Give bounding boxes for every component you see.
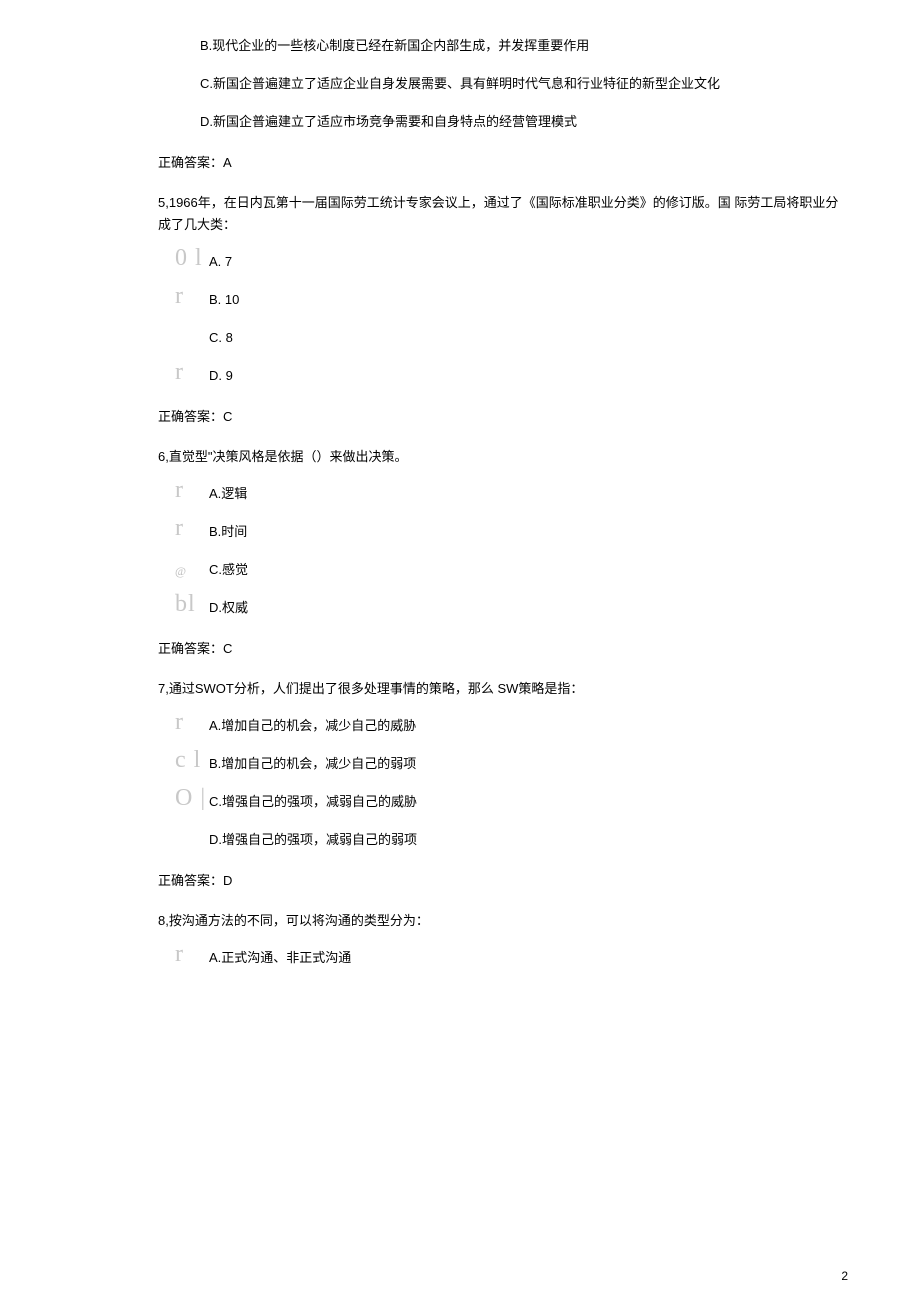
q4-option-d: D.新国企普遍建立了适应市场竞争需要和自身特点的经营管理模式 bbox=[200, 110, 920, 134]
q7-question: 7,通过SWOT分析，人们提出了很多处理事情的策略，那么 SW策略是指： bbox=[158, 678, 840, 700]
q4-option-b: B.现代企业的一些核心制度已经在新国企内部生成，并发挥重要作用 bbox=[200, 34, 920, 58]
q5-option-c: C. 8 bbox=[175, 326, 920, 350]
q5-option-a: 0 l A. 7 bbox=[175, 250, 920, 274]
q5-option-b-text: B. 10 bbox=[209, 288, 239, 312]
q7-option-b-text: B.增加自己的机会，减少自己的弱项 bbox=[209, 752, 416, 776]
q5-option-a-text: A. 7 bbox=[209, 250, 232, 274]
q7-option-d: D.增强自己的强项，减弱自己的弱项 bbox=[175, 828, 920, 852]
q6-option-a-text: A.逻辑 bbox=[209, 482, 247, 506]
q7-option-c-text: C.增强自己的强项，减弱自己的威胁 bbox=[209, 790, 417, 814]
q6-option-b-text: B.时间 bbox=[209, 520, 247, 544]
q7-marker-c: O | bbox=[175, 788, 209, 808]
q6-marker-a: r bbox=[175, 480, 209, 500]
q7-option-c: O | C.增强自己的强项，减弱自己的威胁 bbox=[175, 790, 920, 814]
q4-option-b-text: B.现代企业的一些核心制度已经在新国企内部生成，并发挥重要作用 bbox=[200, 34, 589, 58]
q4-option-d-text: D.新国企普遍建立了适应市场竞争需要和自身特点的经营管理模式 bbox=[200, 110, 577, 134]
q6-option-d-text: D.权威 bbox=[209, 596, 248, 620]
q6-marker-d: bl bbox=[175, 594, 209, 614]
q6-marker-c: @ bbox=[175, 562, 209, 580]
q7-option-a-text: A.增加自己的机会，减少自己的威胁 bbox=[209, 714, 416, 738]
q5-marker-b: r bbox=[175, 286, 209, 306]
q4-option-c-text: C.新国企普遍建立了适应企业自身发展需要、具有鲜明时代气息和行业特征的新型企业文… bbox=[200, 72, 720, 96]
q5-option-c-text: C. 8 bbox=[209, 326, 233, 350]
q5-option-d-text: D. 9 bbox=[209, 364, 233, 388]
q6-option-d: bl D.权威 bbox=[175, 596, 920, 620]
q6-marker-b: r bbox=[175, 518, 209, 538]
q8-option-a: r A.正式沟通、非正式沟通 bbox=[175, 946, 920, 970]
q7-marker-b: c l bbox=[175, 750, 209, 770]
q7-answer: 正确答案：D bbox=[158, 870, 840, 892]
q6-option-c-text: C.感觉 bbox=[209, 558, 248, 582]
q8-question: 8,按沟通方法的不同，可以将沟通的类型分为： bbox=[158, 910, 840, 932]
q6-answer: 正确答案：C bbox=[158, 638, 840, 660]
q4-answer: 正确答案：A bbox=[158, 152, 840, 174]
document-page: B.现代企业的一些核心制度已经在新国企内部生成，并发挥重要作用 C.新国企普遍建… bbox=[0, 0, 920, 1303]
q7-option-d-text: D.增强自己的强项，减弱自己的弱项 bbox=[209, 828, 417, 852]
q8-option-a-text: A.正式沟通、非正式沟通 bbox=[209, 946, 351, 970]
q5-marker-d: r bbox=[175, 362, 209, 382]
q5-option-d: r D. 9 bbox=[175, 364, 920, 388]
q4-option-c: C.新国企普遍建立了适应企业自身发展需要、具有鲜明时代气息和行业特征的新型企业文… bbox=[200, 72, 920, 96]
q5-answer: 正确答案：C bbox=[158, 406, 840, 428]
q6-option-c: @ C.感觉 bbox=[175, 558, 920, 582]
q5-option-b: r B. 10 bbox=[175, 288, 920, 312]
q7-option-b: c l B.增加自己的机会，减少自己的弱项 bbox=[175, 752, 920, 776]
q6-option-b: r B.时间 bbox=[175, 520, 920, 544]
q5-question: 5,1966年，在日内瓦第十一届国际劳工统计专家会议上，通过了《国际标准职业分类… bbox=[158, 192, 840, 236]
q6-question: 6,直觉型"决策风格是依据（）来做出决策。 bbox=[158, 446, 840, 468]
q7-option-a: r A.增加自己的机会，减少自己的威胁 bbox=[175, 714, 920, 738]
q8-marker-a: r bbox=[175, 944, 209, 964]
q7-marker-a: r bbox=[175, 712, 209, 732]
q6-option-a: r A.逻辑 bbox=[175, 482, 920, 506]
q5-marker-a: 0 l bbox=[175, 248, 209, 268]
page-number: 2 bbox=[841, 1269, 848, 1283]
